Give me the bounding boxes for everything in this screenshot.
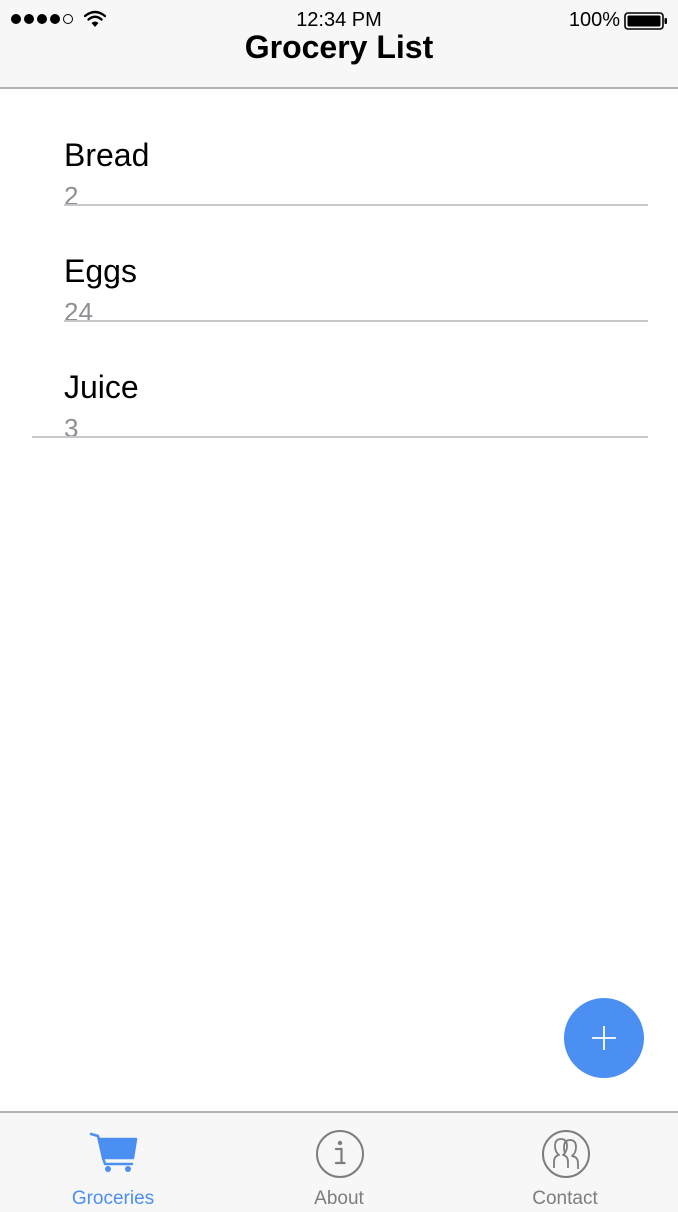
tab-contact[interactable]: Contact bbox=[452, 1113, 678, 1212]
contacts-icon bbox=[542, 1130, 590, 1178]
plus-icon bbox=[592, 1026, 616, 1050]
divider bbox=[32, 436, 648, 438]
list-item[interactable]: Eggs 24 bbox=[0, 206, 678, 327]
cart-icon bbox=[89, 1132, 138, 1172]
tab-label: About bbox=[314, 1188, 364, 1209]
item-name: Bread bbox=[64, 137, 150, 173]
add-item-button[interactable] bbox=[564, 998, 644, 1078]
info-icon bbox=[316, 1130, 364, 1178]
list-item[interactable]: Juice 3 bbox=[0, 322, 678, 443]
grocery-list: Bread 2 Eggs 24 Juice 3 bbox=[0, 90, 678, 443]
list-item[interactable]: Bread 2 bbox=[0, 90, 678, 211]
page-title: Grocery List bbox=[244, 29, 434, 65]
item-quantity: 3 bbox=[64, 413, 79, 443]
navigation-header: 12:34 PM 100% Grocery List bbox=[0, 0, 678, 89]
tab-groceries[interactable]: Groceries bbox=[0, 1113, 226, 1212]
tab-about[interactable]: About bbox=[226, 1113, 452, 1212]
item-name: Eggs bbox=[64, 253, 137, 289]
tab-label: Contact bbox=[532, 1188, 598, 1209]
tab-label: Groceries bbox=[71, 1188, 155, 1209]
item-name: Juice bbox=[64, 369, 139, 405]
tab-bar: Groceries About Contact bbox=[0, 1111, 678, 1212]
